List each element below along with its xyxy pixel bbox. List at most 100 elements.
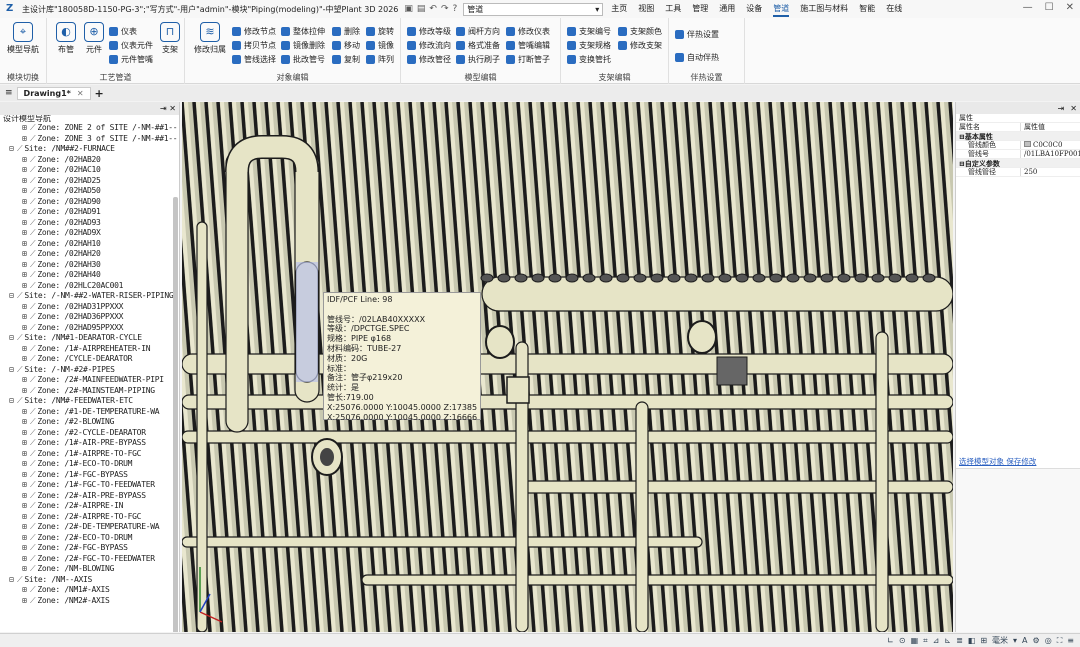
collapse-icon[interactable]: ⊟ — [9, 291, 17, 302]
tracing-settings-button[interactable]: 伴热设置 — [675, 28, 719, 41]
selection-cycle-icon[interactable]: ⊞ — [980, 636, 987, 645]
collapse-icon[interactable]: ⊟ — [9, 575, 17, 586]
instrument-button[interactable]: 仪表 — [109, 25, 137, 38]
expand-icon[interactable]: ⊞ — [22, 512, 30, 523]
undo-icon[interactable]: ↶ — [429, 4, 437, 14]
tree-zone-item[interactable]: ⊞ ⟋ Zone: /02HAD31PPXXX — [0, 302, 179, 313]
execute-brush-button[interactable]: 执行刷子 — [456, 53, 500, 66]
tree-zone-item[interactable]: ⊞ ⟋ Zone: /02HLC20AC001 — [0, 281, 179, 292]
close-icon[interactable]: ✕ — [169, 104, 176, 113]
modify-node-button[interactable]: 修改节点 — [232, 25, 276, 38]
polar-icon[interactable]: ⊙ — [899, 636, 906, 645]
object-snap-icon[interactable]: ⊿ — [933, 636, 940, 645]
property-row[interactable]: 管线管径 250 — [956, 168, 1080, 177]
tree-site-item[interactable]: ⊟ ⟋ Site: /-NM-#2#-PIPES — [0, 365, 179, 376]
modify-class-button[interactable]: 修改等级 — [407, 25, 451, 38]
expand-icon[interactable]: ⊞ — [22, 480, 30, 491]
valve-stem-button[interactable]: 阀杆方向 — [456, 25, 500, 38]
document-tab[interactable]: Drawing1* ✕ — [16, 86, 91, 100]
tree-site-item[interactable]: ⊟ ⟋ Site: /NM#1-DEARATOR-CYCLE — [0, 333, 179, 344]
expand-icon[interactable]: ⊞ — [22, 449, 30, 460]
tree-zone-item[interactable]: ⊞ ⟋ Zone: /02HAD9X — [0, 228, 179, 239]
save-as-icon[interactable]: ▤ — [417, 4, 426, 14]
tree-zone-item[interactable]: ⊞ ⟋ Zone: /1#-FGC-TO-FEEDWATER — [0, 480, 179, 491]
tree-zone-item[interactable]: ⊞ ⟋ Zone: /02HAD25 — [0, 176, 179, 187]
delete-button[interactable]: 删除 — [332, 25, 360, 38]
collapse-icon[interactable]: ⊟ — [9, 144, 17, 155]
tree-zone-item[interactable]: ⊞ ⟋ Zone: /NM2#-AXIS — [0, 596, 179, 607]
tree-zone-item[interactable]: ⊞ ⟋ Zone: /2#-FGC-TO-FEEDWATER — [0, 554, 179, 565]
copy-button[interactable]: 复制 — [332, 53, 360, 66]
expand-icon[interactable]: ⊞ — [22, 176, 30, 187]
expand-icon[interactable]: ⊞ — [22, 207, 30, 218]
tab-piping[interactable]: 管道 — [773, 2, 790, 17]
expand-icon[interactable]: ⊞ — [22, 501, 30, 512]
tab-home[interactable]: 主页 — [611, 2, 627, 17]
tree-site-item[interactable]: ⊟ ⟋ Site: /NM##2-FURNACE — [0, 144, 179, 155]
rotate-button[interactable]: 旋转 — [366, 25, 394, 38]
tree-zone-item[interactable]: ⊞ ⟋ Zone: /02HAD90 — [0, 197, 179, 208]
expand-icon[interactable]: ⊞ — [22, 344, 30, 355]
tree-zone-item[interactable]: ⊞ ⟋ Zone: /1#-FGC-BYPASS — [0, 470, 179, 481]
component-nozzle-button[interactable]: 元件管嘴 — [109, 53, 153, 66]
tab-online[interactable]: 在线 — [886, 2, 902, 17]
tree-zone-item[interactable]: ⊞ ⟋ Zone: /1#-ECO-TO-DRUM — [0, 459, 179, 470]
pin-icon[interactable]: ⇥ — [1058, 104, 1065, 113]
expand-icon[interactable]: ⊞ — [22, 155, 30, 166]
tree-zone-item[interactable]: ⊞ ⟋ Zone: /2#-DE-TEMPERATURE-WA — [0, 522, 179, 533]
expand-icon[interactable]: ⊞ — [22, 417, 30, 428]
tree-site-item[interactable]: ⊟ ⟋ Site: /-NM-##2-WATER-RISER-PIPING — [0, 291, 179, 302]
add-tab-icon[interactable]: + — [95, 87, 104, 100]
property-value[interactable]: 250 — [1020, 168, 1080, 176]
tree-zone-item[interactable]: ⊞ ⟋ Zone: /2#-FGC-BYPASS — [0, 543, 179, 554]
tree-zone-item[interactable]: ⊞ ⟋ Zone: /02HAB20 — [0, 155, 179, 166]
expand-icon[interactable]: ⊞ — [22, 123, 30, 134]
modify-support-button[interactable]: 修改支架 — [618, 39, 662, 52]
tree-zone-item[interactable]: ⊞ ⟋ Zone: /02HAD50 — [0, 186, 179, 197]
tree-zone-item[interactable]: ⊞ ⟋ Zone: /02HAD91 — [0, 207, 179, 218]
piping-model-scene[interactable] — [182, 102, 953, 632]
category-basic[interactable]: ⊟ 基本属性 — [956, 132, 1080, 141]
close-icon[interactable]: ✕ — [1066, 2, 1074, 13]
tree-zone-item[interactable]: ⊞ ⟋ Zone: /02HAD36PPXXX — [0, 312, 179, 323]
tree-site-item[interactable]: ⊟ ⟋ Site: /NM#-FEEDWATER-ETC — [0, 396, 179, 407]
expand-icon[interactable]: ⊞ — [22, 197, 30, 208]
redo-icon[interactable]: ↷ — [441, 4, 449, 14]
modify-flow-button[interactable]: 修改流向 — [407, 39, 451, 52]
model-nav-button[interactable]: ⌖ 模型导航 — [6, 22, 40, 55]
format-prepare-button[interactable]: 格式准备 — [456, 39, 500, 52]
expand-icon[interactable]: ⊞ — [22, 134, 30, 145]
collapse-icon[interactable]: ⊟ — [9, 365, 17, 376]
tree-zone-item[interactable]: ⊞ ⟋ Zone: /2#-ECO-TO-DRUM — [0, 533, 179, 544]
tab-manage[interactable]: 管理 — [692, 2, 708, 17]
tree-site-item[interactable]: ⊟ ⟋ Site: /NM--AXIS — [0, 575, 179, 586]
auto-tracing-button[interactable]: 自动伴热 — [675, 51, 719, 64]
move-button[interactable]: 移动 — [332, 39, 360, 52]
change-shoe-button[interactable]: 变换管托 — [567, 53, 611, 66]
mirror-button[interactable]: 镜像 — [366, 39, 394, 52]
customize-icon[interactable]: ≡ — [1067, 636, 1074, 645]
pipeline-select-button[interactable]: 管线选择 — [232, 53, 276, 66]
expand-icon[interactable]: ⊞ — [22, 491, 30, 502]
expand-icon[interactable]: ⊞ — [22, 522, 30, 533]
break-pipe-button[interactable]: 打断管子 — [506, 53, 550, 66]
expand-icon[interactable]: ⊞ — [22, 428, 30, 439]
component-button[interactable]: ⊕ 元件 — [77, 22, 111, 55]
instrument-component-button[interactable]: 仪表元件 — [109, 39, 153, 52]
property-value[interactable]: /01LBA10FP001 — [1020, 150, 1080, 158]
tree-zone-item[interactable]: ⊞ ⟋ Zone: /02HAH30 — [0, 260, 179, 271]
tree-zone-item[interactable]: ⊞ ⟋ Zone: /NM1#-AXIS — [0, 585, 179, 596]
tree-zone-item[interactable]: ⊞ ⟋ Zone: /2#-MAINSTEAM-PIPING — [0, 386, 179, 397]
tree-zone-item[interactable]: ⊞ ⟋ Zone: /1#-AIRPREHEATER-IN — [0, 344, 179, 355]
save-changes-link[interactable]: 保存修改 — [1006, 457, 1036, 466]
help-icon[interactable]: ? — [453, 4, 458, 14]
workspace-icon[interactable]: ⚙ — [1033, 636, 1040, 645]
maximize-icon[interactable]: ☐ — [1045, 2, 1054, 13]
modify-diameter-button[interactable]: 修改管径 — [407, 53, 451, 66]
tree-zone-item[interactable]: ⊞ ⟋ Zone: /02HAD95PPXXX — [0, 323, 179, 334]
expand-icon[interactable]: ⊞ — [22, 218, 30, 229]
expand-icon[interactable]: ⊞ — [22, 596, 30, 607]
annotation-icon[interactable]: A — [1022, 636, 1027, 645]
mirror-delete-button[interactable]: 镜像删除 — [281, 39, 325, 52]
expand-icon[interactable]: ⊞ — [22, 438, 30, 449]
